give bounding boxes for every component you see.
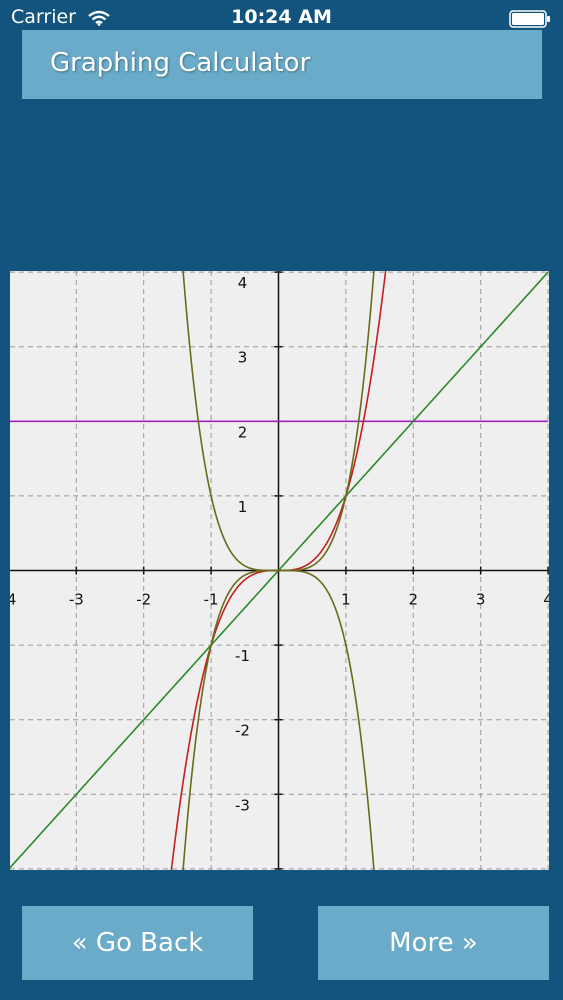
- y-tick-label: -2: [235, 722, 250, 740]
- x-tick-label: -3: [69, 591, 84, 609]
- y-tick-label: 4: [238, 274, 248, 292]
- x-tick-label: 1: [341, 591, 351, 609]
- x-tick-label: 3: [476, 591, 486, 609]
- x-tick-label: -1: [204, 591, 219, 609]
- go-back-button[interactable]: « Go Back: [22, 906, 253, 980]
- title-bar: Graphing Calculator: [22, 30, 542, 99]
- y-tick-label: 2: [238, 423, 248, 441]
- x-tick-label: 2: [409, 591, 419, 609]
- clock: 10:24 AM: [231, 6, 332, 28]
- y-tick-label: -1: [235, 647, 250, 665]
- x-tick-label: -4: [10, 591, 16, 609]
- more-button[interactable]: More »: [318, 906, 549, 980]
- graph-view[interactable]: -4 -3 -2 -1 1 2 3 4 -3 -2 -1 1 2 3 4: [10, 271, 549, 870]
- y-tick-label: 3: [238, 349, 248, 367]
- y-tick-label: -3: [235, 796, 250, 814]
- screen: Carrier 10:24 AM Graphing Calculator -4-…: [0, 0, 563, 1000]
- app-title: Graphing Calculator: [50, 48, 311, 78]
- battery-icon: [509, 10, 550, 28]
- x-tick-label: 4: [543, 591, 549, 609]
- tick-labels: -4 -3 -2 -1 1 2 3 4 -3 -2 -1 1 2 3 4: [10, 274, 549, 814]
- y-tick-label: 1: [238, 498, 248, 516]
- x-tick-label: -2: [136, 591, 151, 609]
- graph-plot: -4 -3 -2 -1 1 2 3 4 -3 -2 -1 1 2 3 4: [10, 271, 549, 870]
